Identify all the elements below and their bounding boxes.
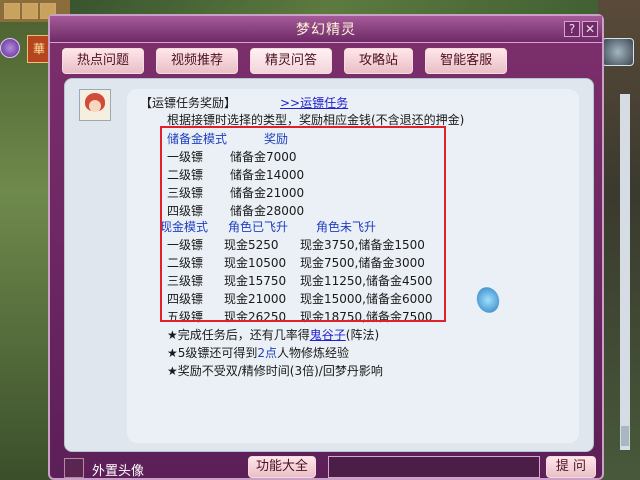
intro-text: 根据接镖时选择的类型，奖励相应金钱(不含退还的押金) bbox=[167, 113, 465, 127]
question-input[interactable] bbox=[328, 456, 540, 478]
reserve-reward: 储备金7000 bbox=[230, 150, 297, 164]
tab-video[interactable]: 视频推荐 bbox=[156, 48, 239, 74]
guiguzi-link[interactable]: 鬼谷子 bbox=[310, 328, 346, 342]
note-2-highlight: 2点 bbox=[257, 346, 278, 360]
background-right bbox=[598, 0, 640, 480]
background-left bbox=[0, 0, 50, 480]
cash-not-ascended: 现金11250,储备金4500 bbox=[300, 274, 433, 288]
note-2: ★5级镖还可得到2点人物修炼经验 bbox=[167, 344, 349, 361]
escort-task-link[interactable]: >>运镖任务 bbox=[280, 94, 348, 111]
avatar bbox=[79, 89, 111, 121]
reserve-level: 四级镖 bbox=[167, 204, 204, 218]
cash-level: 四级镖 bbox=[167, 292, 204, 306]
external-avatar-checkbox[interactable] bbox=[64, 458, 84, 478]
orb-icon[interactable] bbox=[0, 38, 20, 58]
tab-hot-questions[interactable]: 热点问题 bbox=[62, 48, 145, 74]
cash-ascended: 现金10500 bbox=[224, 256, 287, 270]
reward-header: 奖励 bbox=[264, 132, 289, 146]
ascended-header: 角色已飞升 bbox=[228, 220, 289, 234]
scroll-thumb[interactable] bbox=[621, 426, 629, 446]
cash-level: 二级镖 bbox=[167, 256, 204, 270]
note-3: ★奖励不受双/精修时间(3倍)/回梦丹影响 bbox=[167, 364, 383, 378]
not-ascended-header: 角色未飞升 bbox=[316, 220, 377, 234]
cash-not-ascended: 现金18750,储备金7500 bbox=[300, 310, 433, 324]
note-1-text: ★完成任务后，还有几率得 bbox=[167, 328, 310, 342]
title-bar: 梦幻精灵 ? ✕ bbox=[50, 16, 602, 43]
minimize-icon[interactable]: ? bbox=[564, 21, 580, 37]
reserve-level: 三级镖 bbox=[167, 186, 204, 200]
features-button[interactable]: 功能大全 bbox=[248, 456, 316, 478]
cash-level: 一级镖 bbox=[167, 238, 204, 252]
tab-smart-service[interactable]: 智能客服 bbox=[425, 48, 508, 74]
reserve-reward: 储备金14000 bbox=[230, 168, 305, 182]
window-title: 梦幻精灵 bbox=[296, 22, 356, 38]
toolbar-icon-1[interactable] bbox=[4, 3, 20, 19]
note-1-suffix: (阵法) bbox=[345, 328, 380, 342]
reserve-reward: 储备金21000 bbox=[230, 186, 305, 200]
right-side-icon[interactable] bbox=[602, 38, 634, 66]
close-icon[interactable]: ✕ bbox=[582, 21, 598, 37]
cash-level: 五级镖 bbox=[167, 310, 204, 324]
cash-not-ascended: 现金3750,储备金1500 bbox=[300, 238, 425, 252]
external-avatar-label: 外置头像 bbox=[92, 464, 145, 479]
note-2-suffix: 人物修炼经验 bbox=[277, 346, 350, 360]
cash-ascended: 现金15750 bbox=[224, 274, 287, 288]
reserve-level: 二级镖 bbox=[167, 168, 204, 182]
scrollbar[interactable] bbox=[620, 94, 630, 450]
bottom-bar: 外置头像 功能大全 提 问 bbox=[50, 456, 602, 480]
ask-button[interactable]: 提 问 bbox=[546, 456, 596, 478]
toolbar-icon-2[interactable] bbox=[22, 3, 38, 19]
cash-level: 三级镖 bbox=[167, 274, 204, 288]
tab-guides[interactable]: 攻略站 bbox=[344, 48, 414, 74]
note-1: ★完成任务后，还有几率得鬼谷子(阵法) bbox=[167, 326, 379, 343]
cash-ascended: 现金21000 bbox=[224, 292, 287, 306]
reserve-reward: 储备金28000 bbox=[230, 204, 305, 218]
section-heading: 【运镖任务奖励】 bbox=[140, 96, 237, 110]
note-2-text: ★5级镖还可得到 bbox=[167, 346, 258, 360]
cash-mode-header: 现金模式 bbox=[160, 220, 209, 234]
cash-not-ascended: 现金15000,储备金6000 bbox=[300, 292, 433, 306]
cash-not-ascended: 现金7500,储备金3000 bbox=[300, 256, 425, 270]
reserve-level: 一级镖 bbox=[167, 150, 204, 164]
tab-bar: 热点问题 视频推荐 精灵问答 攻略站 智能客服 bbox=[62, 48, 592, 74]
cash-ascended: 现金26250 bbox=[224, 310, 287, 324]
tab-qa[interactable]: 精灵问答 bbox=[250, 48, 333, 74]
cash-ascended: 现金5250 bbox=[224, 238, 279, 252]
reserve-mode-header: 储备金模式 bbox=[167, 132, 228, 146]
